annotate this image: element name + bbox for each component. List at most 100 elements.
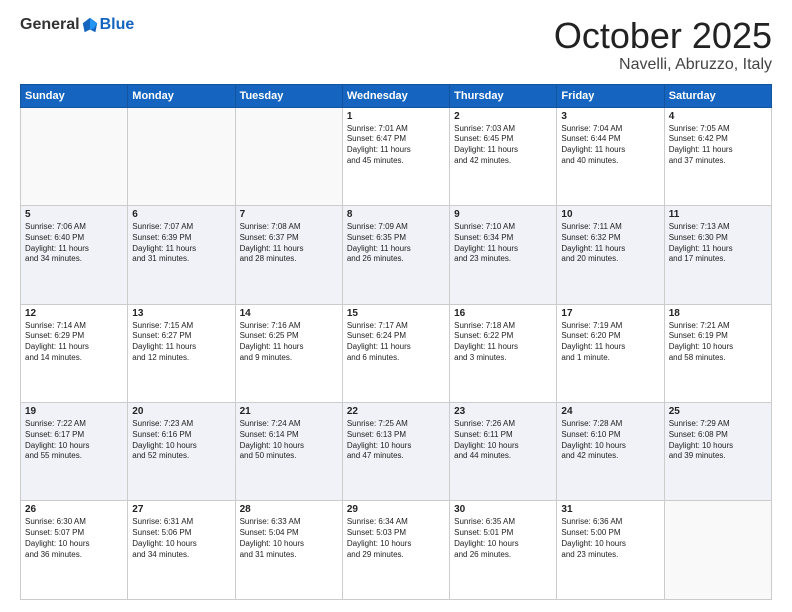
day-info: Sunrise: 6:34 AM Sunset: 5:03 PM Dayligh…	[347, 517, 445, 560]
calendar-cell: 4Sunrise: 7:05 AM Sunset: 6:42 PM Daylig…	[664, 107, 771, 205]
day-number: 23	[454, 406, 552, 417]
day-info: Sunrise: 7:08 AM Sunset: 6:37 PM Dayligh…	[240, 222, 338, 265]
day-number: 7	[240, 209, 338, 220]
calendar-location: Navelli, Abruzzo, Italy	[554, 56, 772, 74]
day-info: Sunrise: 7:24 AM Sunset: 6:14 PM Dayligh…	[240, 419, 338, 462]
calendar-cell: 1 Sunrise: 7:01 AM Sunset: 6:47 PM Daylig…	[342, 107, 449, 205]
page-header: General Blue October 2025 Navelli, Abruz…	[20, 16, 772, 74]
calendar-header-row: SundayMondayTuesdayWednesdayThursdayFrid…	[21, 84, 772, 107]
calendar-cell	[128, 107, 235, 205]
calendar-cell: 26 Sunrise: 6:30 AM Sunset: 5:07 PM Dayli…	[21, 501, 128, 600]
weekday-header-saturday: Saturday	[664, 84, 771, 107]
calendar-cell: 14 Sunrise: 7:16 AM Sunset: 6:25 PM Dayli…	[235, 304, 342, 402]
day-info: Sunrise: 6:30 AM Sunset: 5:07 PM Dayligh…	[25, 517, 123, 560]
calendar-cell: 8 Sunrise: 7:09 AM Sunset: 6:35 PM Daylig…	[342, 206, 449, 304]
day-info: Sunrise: 7:01 AM Sunset: 6:47 PM Dayligh…	[347, 124, 445, 167]
day-info: Sunrise: 7:07 AM Sunset: 6:39 PM Dayligh…	[132, 222, 230, 265]
weekday-header-friday: Friday	[557, 84, 664, 107]
calendar-week-row: 26 Sunrise: 6:30 AM Sunset: 5:07 PM Dayli…	[21, 501, 772, 600]
day-info: Sunrise: 7:13 AM Sunset: 6:30 PM Dayligh…	[669, 222, 767, 265]
calendar-cell: 31Sunrise: 6:36 AM Sunset: 5:00 PM Dayli…	[557, 501, 664, 600]
logo-general-text: General	[20, 16, 80, 34]
title-block: October 2025 Navelli, Abruzzo, Italy	[554, 16, 772, 74]
day-number: 5	[25, 209, 123, 220]
calendar-cell: 23 Sunrise: 7:26 AM Sunset: 6:11 PM Dayli…	[450, 403, 557, 501]
day-number: 3	[561, 111, 659, 122]
day-number: 1	[347, 111, 445, 122]
day-info: Sunrise: 7:22 AM Sunset: 6:17 PM Dayligh…	[25, 419, 123, 462]
day-info: Sunrise: 6:36 AM Sunset: 5:00 PM Dayligh…	[561, 517, 659, 560]
calendar-cell	[21, 107, 128, 205]
day-info: Sunrise: 7:18 AM Sunset: 6:22 PM Dayligh…	[454, 321, 552, 364]
calendar-cell	[664, 501, 771, 600]
day-number: 15	[347, 308, 445, 319]
day-info: Sunrise: 7:03 AM Sunset: 6:45 PM Dayligh…	[454, 124, 552, 167]
calendar-cell: 25 Sunrise: 7:29 AM Sunset: 6:08 PM Dayli…	[664, 403, 771, 501]
day-number: 9	[454, 209, 552, 220]
day-info: Sunrise: 6:33 AM Sunset: 5:04 PM Dayligh…	[240, 517, 338, 560]
calendar-cell: 29 Sunrise: 6:34 AM Sunset: 5:03 PM Dayli…	[342, 501, 449, 600]
calendar-cell: 16 Sunrise: 7:18 AM Sunset: 6:22 PM Dayli…	[450, 304, 557, 402]
calendar-cell: 10 Sunrise: 7:11 AM Sunset: 6:32 PM Dayli…	[557, 206, 664, 304]
day-info: Sunrise: 7:25 AM Sunset: 6:13 PM Dayligh…	[347, 419, 445, 462]
day-info: Sunrise: 7:19 AM Sunset: 6:20 PM Dayligh…	[561, 321, 659, 364]
calendar-cell: 17Sunrise: 7:19 AM Sunset: 6:20 PM Dayli…	[557, 304, 664, 402]
day-info: Sunrise: 7:14 AM Sunset: 6:29 PM Dayligh…	[25, 321, 123, 364]
day-number: 28	[240, 504, 338, 515]
calendar-table: SundayMondayTuesdayWednesdayThursdayFrid…	[20, 84, 772, 600]
day-info: Sunrise: 7:11 AM Sunset: 6:32 PM Dayligh…	[561, 222, 659, 265]
day-info: Sunrise: 7:21 AM Sunset: 6:19 PM Dayligh…	[669, 321, 767, 364]
calendar-cell: 28 Sunrise: 6:33 AM Sunset: 5:04 PM Dayli…	[235, 501, 342, 600]
calendar-cell: 13 Sunrise: 7:15 AM Sunset: 6:27 PM Dayli…	[128, 304, 235, 402]
day-number: 22	[347, 406, 445, 417]
day-number: 19	[25, 406, 123, 417]
calendar-cell: 7 Sunrise: 7:08 AM Sunset: 6:37 PM Daylig…	[235, 206, 342, 304]
calendar-cell: 24 Sunrise: 7:28 AM Sunset: 6:10 PM Dayli…	[557, 403, 664, 501]
calendar-cell: 3 Sunrise: 7:04 AM Sunset: 6:44 PM Daylig…	[557, 107, 664, 205]
day-number: 29	[347, 504, 445, 515]
day-number: 25	[669, 406, 767, 417]
day-number: 16	[454, 308, 552, 319]
calendar-cell: 30 Sunrise: 6:35 AM Sunset: 5:01 PM Dayli…	[450, 501, 557, 600]
day-info: Sunrise: 7:23 AM Sunset: 6:16 PM Dayligh…	[132, 419, 230, 462]
calendar-week-row: 12Sunrise: 7:14 AM Sunset: 6:29 PM Dayli…	[21, 304, 772, 402]
day-number: 26	[25, 504, 123, 515]
day-info: Sunrise: 7:16 AM Sunset: 6:25 PM Dayligh…	[240, 321, 338, 364]
weekday-header-tuesday: Tuesday	[235, 84, 342, 107]
day-number: 13	[132, 308, 230, 319]
calendar-cell	[235, 107, 342, 205]
weekday-header-sunday: Sunday	[21, 84, 128, 107]
day-number: 30	[454, 504, 552, 515]
day-info: Sunrise: 7:26 AM Sunset: 6:11 PM Dayligh…	[454, 419, 552, 462]
day-number: 6	[132, 209, 230, 220]
day-number: 20	[132, 406, 230, 417]
day-number: 14	[240, 308, 338, 319]
calendar-cell: 27Sunrise: 6:31 AM Sunset: 5:06 PM Dayli…	[128, 501, 235, 600]
day-info: Sunrise: 7:17 AM Sunset: 6:24 PM Dayligh…	[347, 321, 445, 364]
calendar-cell: 22 Sunrise: 7:25 AM Sunset: 6:13 PM Dayli…	[342, 403, 449, 501]
day-info: Sunrise: 7:29 AM Sunset: 6:08 PM Dayligh…	[669, 419, 767, 462]
weekday-header-wednesday: Wednesday	[342, 84, 449, 107]
day-number: 8	[347, 209, 445, 220]
calendar-cell: 11Sunrise: 7:13 AM Sunset: 6:30 PM Dayli…	[664, 206, 771, 304]
day-number: 21	[240, 406, 338, 417]
day-info: Sunrise: 7:09 AM Sunset: 6:35 PM Dayligh…	[347, 222, 445, 265]
calendar-cell: 20 Sunrise: 7:23 AM Sunset: 6:16 PM Dayli…	[128, 403, 235, 501]
calendar-cell: 9Sunrise: 7:10 AM Sunset: 6:34 PM Daylig…	[450, 206, 557, 304]
day-info: Sunrise: 7:28 AM Sunset: 6:10 PM Dayligh…	[561, 419, 659, 462]
day-number: 24	[561, 406, 659, 417]
calendar-cell: 12Sunrise: 7:14 AM Sunset: 6:29 PM Dayli…	[21, 304, 128, 402]
logo: General Blue	[20, 16, 134, 34]
day-info: Sunrise: 7:15 AM Sunset: 6:27 PM Dayligh…	[132, 321, 230, 364]
calendar-cell: 21 Sunrise: 7:24 AM Sunset: 6:14 PM Dayli…	[235, 403, 342, 501]
logo-icon	[81, 16, 99, 34]
day-info: Sunrise: 7:05 AM Sunset: 6:42 PM Dayligh…	[669, 124, 767, 167]
day-info: Sunrise: 6:35 AM Sunset: 5:01 PM Dayligh…	[454, 517, 552, 560]
weekday-header-thursday: Thursday	[450, 84, 557, 107]
calendar-week-row: 5Sunrise: 7:06 AM Sunset: 6:40 PM Daylig…	[21, 206, 772, 304]
day-info: Sunrise: 7:04 AM Sunset: 6:44 PM Dayligh…	[561, 124, 659, 167]
day-number: 10	[561, 209, 659, 220]
logo-blue-text: Blue	[100, 16, 135, 34]
calendar-cell: 2Sunrise: 7:03 AM Sunset: 6:45 PM Daylig…	[450, 107, 557, 205]
calendar-title: October 2025	[554, 16, 772, 56]
